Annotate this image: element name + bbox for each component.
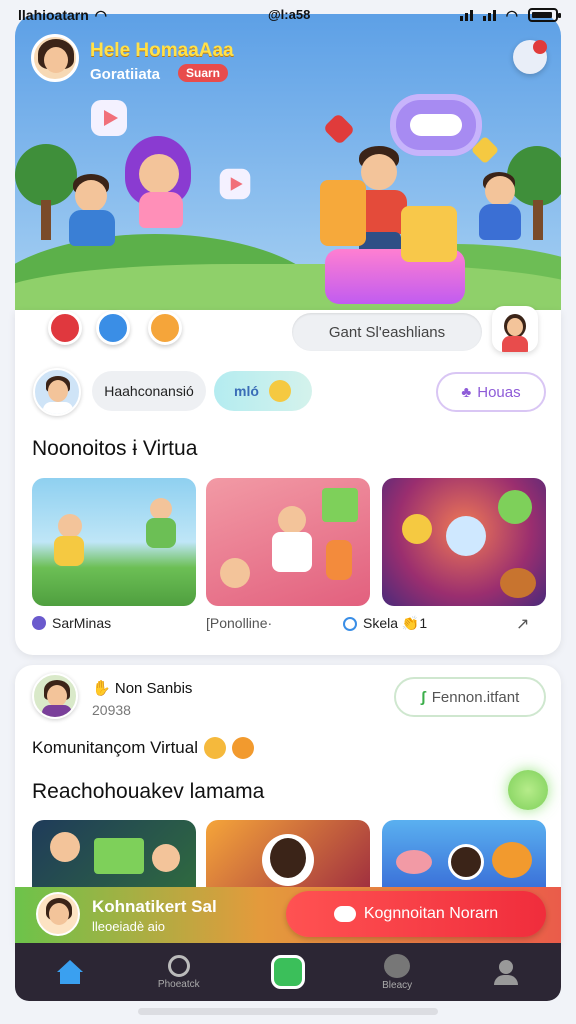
create-icon — [270, 955, 305, 989]
moon-icon — [32, 616, 46, 630]
app-shortcut-icon[interactable] — [148, 311, 182, 345]
profile-avatar[interactable] — [33, 368, 81, 416]
profile-icon — [499, 959, 514, 974]
search-button[interactable]: Gant Sl'eashlians — [292, 313, 482, 351]
join-button[interactable]: ʃ Fennon.itfant — [394, 677, 546, 717]
people-icon: ♣ — [461, 383, 472, 401]
hero-subtitle: Goratiiata — [90, 66, 161, 83]
home-indicator[interactable] — [138, 1008, 438, 1015]
share-icon[interactable]: ↗ — [516, 614, 529, 634]
content-tile[interactable] — [382, 478, 546, 606]
leaf-icon: ʃ — [420, 688, 426, 706]
tile-caption-text: SarMinas — [52, 615, 112, 631]
hand-icon: ✋ — [92, 680, 111, 697]
profile-icon-body — [494, 974, 519, 985]
chat-icon — [333, 906, 356, 922]
promo-cta-button[interactable]: Kognnoitan Norarn — [286, 891, 546, 937]
carrier-label: llahioatarn — [18, 7, 89, 23]
tree-trunk — [41, 200, 51, 240]
clock: @l:a58 — [268, 7, 311, 22]
content-tile[interactable] — [206, 820, 370, 890]
post-author-name-text: Non Sanbis — [114, 680, 193, 697]
nav-search-label: Phoeatck — [157, 978, 200, 990]
hero-banner: Hele HomaaAaa Goratiiata Suarn — [15, 14, 561, 314]
home-icon — [56, 960, 83, 972]
signal-icon — [459, 9, 473, 21]
post-body-text: Komunitançom Virtual — [32, 738, 198, 757]
play-icon — [91, 100, 127, 136]
box-decoration — [401, 206, 457, 262]
status-bar: llahioatarn ◠ @l:a58 ◠ — [0, 0, 576, 30]
section-title: Reachohouakev lamama — [32, 780, 265, 803]
follow-button[interactable]: ♣ Houas — [436, 372, 546, 412]
promo-subtitle: lleoeiadè aio — [92, 919, 166, 934]
tree-trunk — [533, 200, 543, 240]
nav-chat-label: Bleacy — [382, 979, 413, 991]
nav-home[interactable] — [25, 943, 115, 1001]
post-meta: 20938 — [92, 702, 131, 718]
app-shortcut-icon[interactable] — [96, 311, 130, 345]
chat-icon — [384, 953, 411, 978]
tile-caption-text: [Ponolline· — [206, 615, 273, 631]
edit-fab-button[interactable] — [508, 770, 548, 810]
bottom-nav: Phoeatck Bleacy — [15, 943, 561, 1001]
content-tile[interactable] — [32, 820, 196, 890]
user-avatar[interactable] — [31, 34, 79, 82]
ring-icon — [343, 616, 357, 631]
content-tile[interactable] — [206, 478, 370, 606]
app-screen: Hele HomaaAaa Goratiiata Suarn llahioata… — [0, 0, 576, 1024]
section-title: Noonoitos ɨ Virtua — [32, 437, 198, 460]
nav-chat[interactable]: Bleacy — [352, 943, 442, 1001]
nav-search[interactable]: Phoeatck — [134, 943, 224, 1001]
nav-create[interactable] — [243, 943, 333, 1001]
toggle-knob — [268, 380, 291, 402]
promo-title: Kohnatikert Sal — [92, 897, 217, 916]
play-icon — [219, 168, 251, 200]
profile-name-pill[interactable]: Haahconansió — [92, 371, 206, 411]
nav-profile[interactable] — [461, 943, 551, 1001]
emoji-icon — [232, 737, 254, 759]
tile-caption-text: Skela 👏1 — [363, 615, 428, 631]
promo-cta-label: Kognnoitan Norarn — [363, 905, 499, 922]
content-tile[interactable] — [32, 478, 196, 606]
wifi-icon: ◠ — [505, 6, 518, 23]
tree-decoration — [507, 146, 561, 206]
content-tile[interactable] — [382, 820, 546, 890]
tile-caption: [Ponolline· — [206, 615, 272, 631]
box-decoration — [320, 180, 366, 246]
notification-icon[interactable] — [513, 40, 547, 74]
post-author-avatar[interactable] — [32, 673, 78, 719]
tile-caption: SarMinas — [32, 615, 111, 631]
wifi-icon: ◠ — [94, 6, 108, 23]
tile-caption: Skela 👏1 — [343, 615, 427, 632]
heart-icon — [322, 112, 356, 146]
status-badge[interactable]: Suarn — [178, 64, 229, 82]
follow-button-label: Houas — [477, 383, 521, 401]
search-icon — [167, 954, 190, 977]
signal-icon — [482, 9, 496, 21]
hero-title: Hele HomaaAaa — [90, 40, 234, 61]
promo-avatar — [36, 892, 80, 936]
post-author-name: ✋ Non Sanbis — [92, 679, 192, 697]
friend-avatar[interactable] — [492, 306, 538, 352]
home-icon-base — [59, 972, 80, 984]
join-button-label: Fennon.itfant — [431, 688, 520, 706]
mode-toggle[interactable]: mló — [214, 371, 312, 411]
battery-icon — [528, 8, 561, 22]
post-body: Komunitançom Virtual — [32, 737, 254, 759]
toggle-label: mló — [234, 383, 259, 399]
emoji-icon — [204, 737, 226, 759]
ground — [15, 264, 561, 314]
chat-bubble-icon — [390, 94, 482, 156]
app-shortcut-icon[interactable] — [48, 311, 82, 345]
tree-decoration — [15, 144, 77, 206]
